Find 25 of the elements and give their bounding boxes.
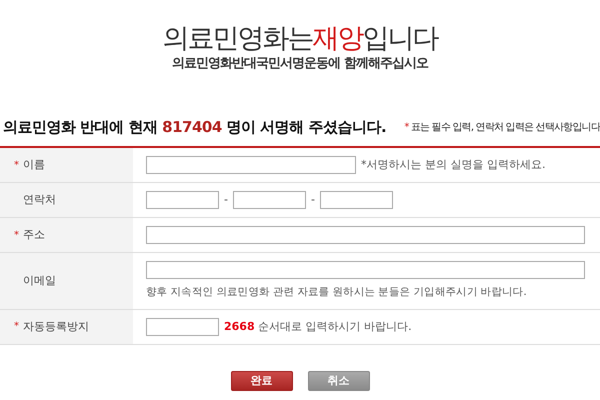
submit-button[interactable]: 완료 — [230, 370, 292, 391]
separator: - — [310, 192, 315, 208]
input-field[interactable] — [146, 156, 356, 174]
input-field[interactable] — [146, 318, 219, 336]
input-field[interactable] — [232, 191, 306, 209]
field-hint: *서명하시는 분의 실명을 입력하세요. — [361, 156, 546, 173]
input-field[interactable] — [320, 191, 393, 209]
captcha-hint: 2668 순서대로 입력하시기 바랍니다. — [224, 318, 412, 334]
required-mark: * — [14, 228, 20, 242]
input-field[interactable] — [146, 261, 585, 279]
field-label: 연락처 — [23, 192, 56, 208]
input-field[interactable] — [146, 191, 219, 209]
banner-subtitle: 의료민영화반대국민서명운동에 함께해주십시오 — [172, 54, 428, 73]
input-field[interactable] — [146, 226, 585, 244]
field-note: 향후 지속적인 의료민영화 관련 자료를 원하시는 분들은 기입해주시기 바랍니다. — [146, 285, 528, 300]
required-notice: * 표는 필수 입력, 연락처 입력은 선택사항입니다 — [404, 120, 600, 134]
required-mark: * — [14, 320, 20, 334]
separator: - — [224, 192, 228, 208]
banner-headline: 의료민영화는재앙입니다 — [162, 24, 438, 54]
signature-count-heading: 의료민영화 반대에 현재 817404 명이 서명해 주셨습니다. — [3, 116, 386, 138]
field-label: 자동등록방지 — [23, 318, 89, 334]
field-label: 이름 — [23, 156, 45, 173]
field-label: 주소 — [23, 226, 45, 243]
field-label: 이메일 — [23, 272, 56, 289]
required-mark: * — [14, 158, 20, 172]
